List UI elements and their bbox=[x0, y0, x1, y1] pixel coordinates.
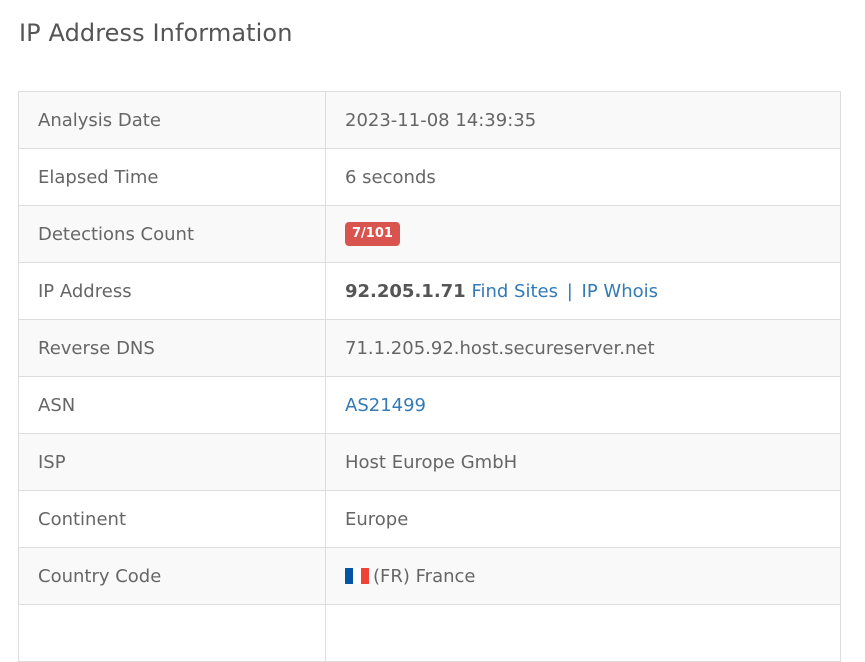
table-row-asn: ASN AS21499 bbox=[18, 376, 841, 434]
detections-badge: 7/101 bbox=[345, 222, 400, 246]
continent-value: Europe bbox=[325, 490, 841, 548]
asn-link[interactable]: AS21499 bbox=[345, 395, 426, 416]
table-row-country-code: Country Code (FR) France bbox=[18, 547, 841, 605]
link-separator: | bbox=[566, 280, 573, 302]
country-code-value: (FR) France bbox=[373, 565, 476, 587]
table-row-continent: Continent Europe bbox=[18, 490, 841, 548]
asn-cell: AS21499 bbox=[325, 376, 841, 434]
table-row-analysis-date: Analysis Date 2023-11-08 14:39:35 bbox=[18, 91, 841, 149]
country-code-cell: (FR) France bbox=[325, 547, 841, 605]
row-label: ASN bbox=[18, 376, 326, 434]
page-title: IP Address Information bbox=[19, 19, 293, 47]
row-label: Elapsed Time bbox=[18, 148, 326, 206]
row-label: Analysis Date bbox=[18, 91, 326, 149]
france-flag-icon bbox=[345, 567, 369, 585]
ip-info-table: Analysis Date 2023-11-08 14:39:35 Elapse… bbox=[18, 91, 841, 662]
table-row-partial bbox=[18, 604, 841, 662]
row-value-empty bbox=[325, 604, 841, 662]
table-row-detections-count: Detections Count 7/101 bbox=[18, 205, 841, 263]
analysis-date-value: 2023-11-08 14:39:35 bbox=[325, 91, 841, 149]
table-row-ip-address: IP Address 92.205.1.71 Find Sites | IP W… bbox=[18, 262, 841, 320]
table-row-elapsed-time: Elapsed Time 6 seconds bbox=[18, 148, 841, 206]
reverse-dns-value: 71.1.205.92.host.secureserver.net bbox=[325, 319, 841, 377]
detections-count-cell: 7/101 bbox=[325, 205, 841, 263]
row-label-empty bbox=[18, 604, 326, 662]
find-sites-link[interactable]: Find Sites bbox=[471, 281, 558, 302]
table-row-reverse-dns: Reverse DNS 71.1.205.92.host.secureserve… bbox=[18, 319, 841, 377]
ip-address-value: 92.205.1.71 bbox=[345, 280, 466, 302]
row-label: ISP bbox=[18, 433, 326, 491]
row-label: Country Code bbox=[18, 547, 326, 605]
elapsed-time-value: 6 seconds bbox=[325, 148, 841, 206]
ip-address-cell: 92.205.1.71 Find Sites | IP Whois bbox=[325, 262, 841, 320]
row-label: Reverse DNS bbox=[18, 319, 326, 377]
row-label: Continent bbox=[18, 490, 326, 548]
row-label: Detections Count bbox=[18, 205, 326, 263]
row-label: IP Address bbox=[18, 262, 326, 320]
isp-value: Host Europe GmbH bbox=[325, 433, 841, 491]
ip-whois-link[interactable]: IP Whois bbox=[582, 281, 658, 302]
table-row-isp: ISP Host Europe GmbH bbox=[18, 433, 841, 491]
